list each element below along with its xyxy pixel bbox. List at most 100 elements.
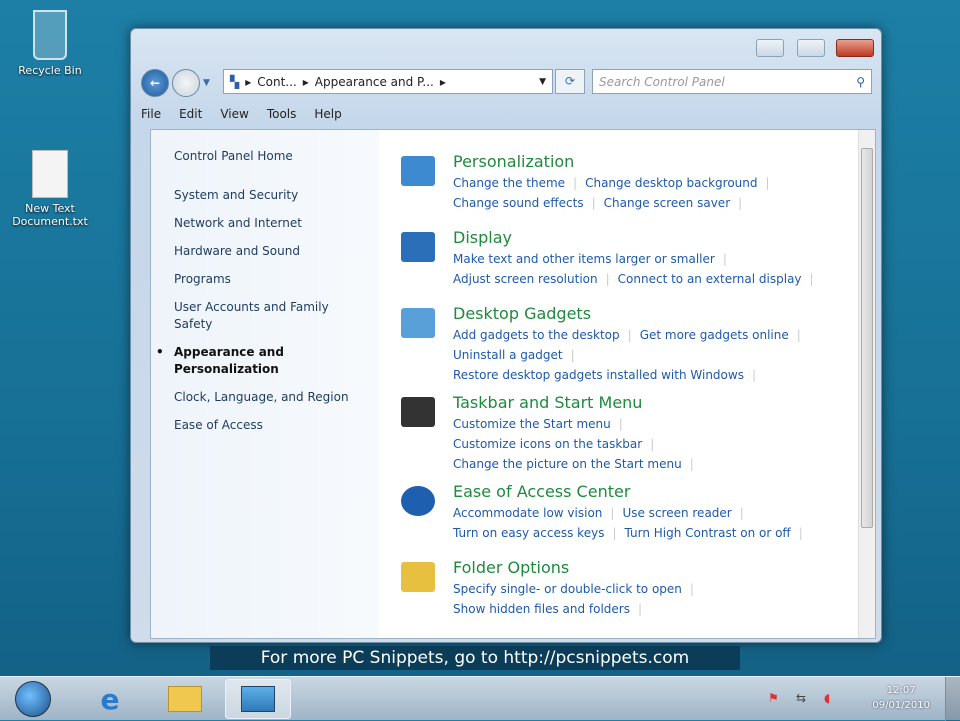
vertical-scrollbar[interactable] — [858, 130, 875, 638]
task-link[interactable]: Customize the Start menu — [453, 417, 611, 431]
task-link[interactable]: Change sound effects — [453, 196, 584, 210]
category-title[interactable]: Ease of Access Center — [453, 482, 851, 501]
link-separator: | — [570, 348, 575, 362]
task-link[interactable]: Add gadgets to the desktop — [453, 328, 620, 342]
link-separator: | — [738, 196, 743, 210]
back-button[interactable]: ← — [141, 69, 169, 97]
link-separator: | — [722, 252, 727, 266]
text-file-label: New Text Document.txt — [12, 202, 88, 228]
nav-network-internet[interactable]: Network and Internet — [174, 215, 379, 232]
show-desktop-button[interactable] — [945, 677, 960, 721]
minimize-button[interactable] — [756, 39, 784, 57]
scrollbar-thumb[interactable] — [861, 148, 873, 528]
task-link[interactable]: Uninstall a gadget — [453, 348, 563, 362]
link-separator: | — [689, 582, 694, 596]
task-link[interactable]: Turn High Contrast on or off — [624, 526, 790, 540]
category-title[interactable]: Taskbar and Start Menu — [453, 393, 851, 412]
refresh-button[interactable]: ⟳ — [555, 69, 585, 94]
breadcrumb-appearance[interactable]: Appearance and P... — [315, 75, 434, 89]
category-title[interactable]: Display — [453, 228, 851, 247]
control-panel-window: ← ▼ ▚ ▸ Cont... ▸ Appearance and P... ▸ … — [130, 28, 882, 643]
breadcrumb-control-panel[interactable]: Cont... — [257, 75, 296, 89]
taskbar: e ⚑ ⇆ ◖ 12:07 09/01/2010 — [0, 676, 960, 721]
display-icon — [401, 232, 435, 262]
nav-hardware-sound[interactable]: Hardware and Sound — [174, 243, 379, 260]
link-row: Add gadgets to the desktop | Get more gadg… — [453, 325, 851, 345]
link-separator: | — [751, 368, 757, 382]
menu-tools[interactable]: Tools — [267, 107, 297, 121]
task-link[interactable]: Adjust screen resolution — [453, 272, 598, 286]
forward-button[interactable] — [172, 69, 200, 97]
clock-time: 12:07 — [886, 685, 916, 696]
task-link[interactable]: Use screen reader — [622, 506, 731, 520]
task-link[interactable]: Connect to an external display — [618, 272, 802, 286]
category-title[interactable]: Desktop Gadgets — [453, 304, 851, 323]
menu-view[interactable]: View — [220, 107, 248, 121]
task-link[interactable]: Specify single- or double-click to open — [453, 582, 682, 596]
task-link[interactable]: Change screen saver — [604, 196, 731, 210]
task-link[interactable]: Turn on easy access keys — [453, 526, 604, 540]
search-icon[interactable]: ⚲ — [856, 75, 865, 89]
nav-clock-language[interactable]: Clock, Language, and Region — [174, 389, 379, 406]
task-link[interactable]: Show hidden files and folders — [453, 602, 630, 616]
breadcrumb-sep: ▸ — [439, 74, 446, 89]
category-desktop-gadgets: Desktop Gadgets Add gadgets to the deskto… — [401, 304, 851, 385]
folder-options-icon — [401, 562, 435, 592]
action-center-icon[interactable]: ⚑ — [768, 691, 779, 705]
link-separator: | — [618, 417, 623, 431]
recycle-bin-label: Recycle Bin — [18, 64, 82, 77]
link-row: Customize icons on the taskbar | — [453, 434, 851, 454]
volume-muted-icon[interactable]: ◖ — [824, 691, 830, 705]
ease-of-access-icon — [401, 486, 435, 516]
task-link[interactable]: Accommodate low vision — [453, 506, 602, 520]
link-separator: | — [610, 506, 615, 520]
nav-system-security[interactable]: System and Security — [174, 187, 379, 204]
menu-edit[interactable]: Edit — [179, 107, 202, 121]
category-title[interactable]: Folder Options — [453, 558, 851, 577]
link-separator: | — [809, 272, 814, 286]
task-link[interactable]: Change the theme — [453, 176, 565, 190]
text-file-icon — [32, 150, 68, 198]
task-link[interactable]: Change desktop background — [585, 176, 757, 190]
address-bar[interactable]: ▚ ▸ Cont... ▸ Appearance and P... ▸ ▼ — [223, 69, 553, 94]
network-icon[interactable]: ⇆ — [796, 691, 806, 705]
category-list: Personalization Change the theme | Change d… — [401, 152, 851, 634]
left-pane: Control Panel Home System and Security N… — [151, 130, 379, 638]
task-link[interactable]: Get more gadgets online — [640, 328, 789, 342]
control-panel-home-link[interactable]: Control Panel Home — [174, 148, 379, 165]
link-separator: | — [591, 196, 596, 210]
search-input[interactable]: Search Control Panel ⚲ — [592, 69, 872, 94]
category-display: Display Make text and other items larger … — [401, 228, 851, 296]
link-row: Turn on easy access keys | Turn High Contr… — [453, 523, 851, 543]
breadcrumb-sep: ▸ — [302, 74, 309, 89]
desktop-icon-recycle-bin[interactable]: Recycle Bin — [2, 10, 98, 77]
desktop-icon-new-text-document[interactable]: New Text Document.txt — [2, 150, 98, 228]
taskbar-explorer[interactable] — [155, 679, 215, 719]
menu-help[interactable]: Help — [314, 107, 341, 121]
maximize-button[interactable] — [797, 39, 825, 57]
task-link[interactable]: Make text and other items larger or smal… — [453, 252, 715, 266]
clock[interactable]: 12:07 09/01/2010 — [872, 683, 930, 713]
taskbar-control-panel[interactable] — [225, 679, 291, 719]
recent-pages-dropdown[interactable]: ▼ — [203, 78, 210, 88]
content-area: Control Panel Home System and Security N… — [150, 129, 876, 639]
desktop-gadgets-icon — [401, 308, 435, 338]
close-button[interactable] — [836, 39, 874, 57]
menu-file[interactable]: File — [141, 107, 161, 121]
link-separator: | — [638, 602, 643, 616]
category-title[interactable]: Personalization — [453, 152, 851, 171]
task-link[interactable]: Customize icons on the taskbar — [453, 437, 642, 451]
address-dropdown-icon[interactable]: ▼ — [539, 77, 546, 87]
taskbar-internet-explorer[interactable]: e — [80, 679, 140, 719]
nav-ease-of-access[interactable]: Ease of Access — [174, 417, 379, 434]
task-link[interactable]: Restore desktop gadgets installed with W… — [453, 368, 744, 382]
control-panel-icon — [241, 686, 275, 712]
nav-user-accounts[interactable]: User Accounts and Family Safety — [174, 299, 354, 333]
personalization-icon — [401, 156, 435, 186]
start-button[interactable] — [5, 679, 61, 719]
task-link[interactable]: Change the picture on the Start menu — [453, 457, 682, 471]
nav-appearance-current: Appearance and Personalization — [156, 344, 314, 378]
link-separator: | — [605, 272, 610, 286]
search-placeholder: Search Control Panel — [599, 74, 725, 89]
nav-programs[interactable]: Programs — [174, 271, 379, 288]
